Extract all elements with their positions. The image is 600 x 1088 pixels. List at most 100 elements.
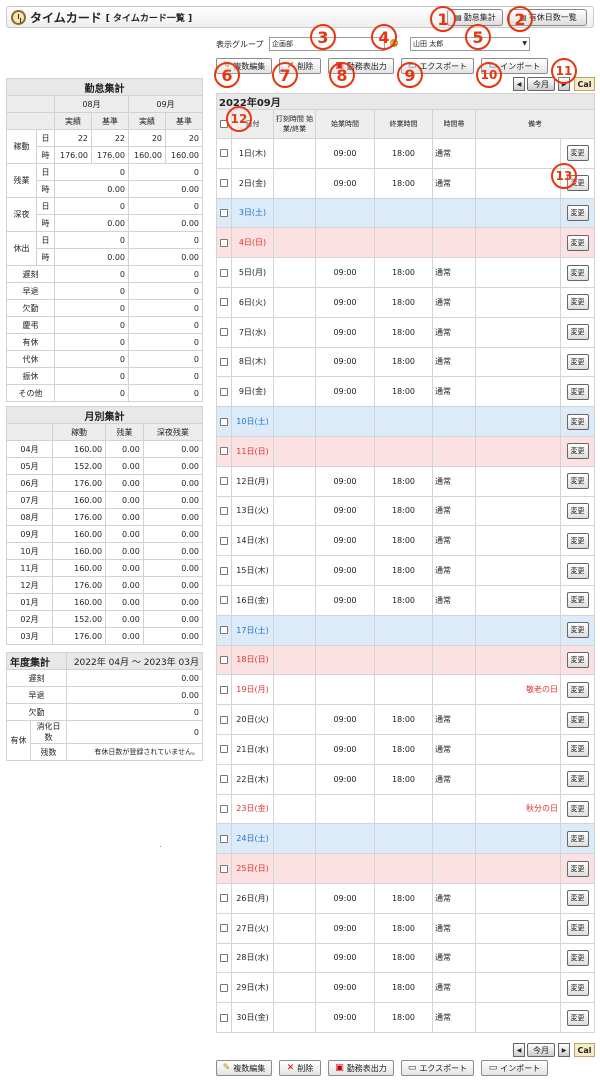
print-timesheet-button-bottom[interactable]: ▣ 勤務表出力 [328,1060,394,1076]
monthly-month: 06月 [6,474,53,492]
day-checkbox[interactable] [220,387,228,396]
day-checkbox[interactable] [220,1013,228,1022]
change-button[interactable]: 変更 [566,651,589,668]
day-checkbox[interactable] [220,566,228,575]
paid-used-label: 消化日数 [30,720,67,744]
day-checkbox[interactable] [220,238,228,247]
day-checkbox[interactable] [220,804,228,813]
day-select-cell [216,584,232,616]
day-checkbox[interactable] [220,417,228,426]
change-button[interactable]: 変更 [566,800,589,817]
import-button-bottom[interactable]: ▭ インポート [481,1060,548,1076]
day-checkbox[interactable] [220,536,228,545]
change-button[interactable]: 変更 [566,741,589,758]
change-button[interactable]: 変更 [566,383,589,400]
day-select-cell [216,257,232,288]
day-checkbox[interactable] [220,149,228,158]
change-button[interactable]: 変更 [566,890,589,907]
change-button[interactable]: 変更 [566,324,589,341]
this-month-button-bottom[interactable]: 今月 [527,1043,555,1057]
change-button[interactable]: 変更 [566,920,589,937]
change-button[interactable]: 変更 [566,443,589,460]
day-row: 18日(日) 変更 [216,644,595,676]
prev-month-button-bottom[interactable]: ◀ [513,1043,525,1057]
day-checkbox[interactable] [220,715,228,724]
day-end-time [374,406,433,437]
attendance-unit: 時 [36,248,55,266]
day-checkbox[interactable] [220,596,228,605]
change-button[interactable]: 変更 [566,860,589,877]
day-checkbox[interactable] [220,447,228,456]
monthly-row: 10月 160.00 0.00 0.00 [6,542,204,560]
change-button[interactable]: 変更 [566,681,589,698]
day-checkbox[interactable] [220,626,228,635]
day-checkbox[interactable] [220,477,228,486]
attendance-row: 時 0.00 0.00 [7,180,203,198]
day-checkbox[interactable] [220,506,228,515]
day-select-cell [216,674,232,706]
change-button[interactable]: 変更 [566,234,589,251]
day-time-slot: 通常 [432,167,476,199]
change-button[interactable]: 変更 [566,145,589,162]
change-button[interactable]: 変更 [566,711,589,728]
day-punch-time [273,823,316,855]
day-select-cell [216,138,232,169]
calendar-button-bottom[interactable]: Cal [574,1043,595,1057]
change-button[interactable]: 変更 [566,1009,589,1026]
change-button[interactable]: 変更 [566,622,589,639]
day-checkbox[interactable] [220,179,228,188]
change-button[interactable]: 変更 [566,264,589,281]
day-checkbox[interactable] [220,298,228,307]
day-checkbox[interactable] [220,775,228,784]
day-checkbox[interactable] [220,834,228,843]
change-button[interactable]: 変更 [566,979,589,996]
day-row: 6日(火) 09:00 18:00 通常 変更 [216,286,595,318]
day-checkbox[interactable] [220,894,228,903]
export-button-bottom[interactable]: ▭ エクスポート [401,1060,474,1076]
day-row: 2日(金) 09:00 18:00 通常 変更 [216,167,595,199]
attendance-value: 0.00 [54,248,129,266]
change-button[interactable]: 変更 [566,353,589,370]
change-button[interactable]: 変更 [566,592,589,609]
this-month-button[interactable]: 今月 [527,77,555,91]
timecard-table: 2022年09月 日付 打刻時間 始業/終業 始業時間 終業時間 時間帯 備考 … [216,93,595,1033]
change-button[interactable]: 変更 [566,830,589,847]
day-checkbox[interactable] [220,268,228,277]
day-checkbox[interactable] [220,953,228,962]
change-button[interactable]: 変更 [566,502,589,519]
change-button[interactable]: 変更 [566,413,589,430]
change-button[interactable]: 変更 [566,204,589,221]
change-button[interactable]: 変更 [566,562,589,579]
day-end-time: 18:00 [374,376,433,408]
day-checkbox[interactable] [220,685,228,694]
change-button[interactable]: 変更 [566,473,589,490]
change-button[interactable]: 変更 [566,771,589,788]
change-button[interactable]: 変更 [566,294,589,311]
day-note [475,942,561,974]
day-checkbox[interactable] [220,328,228,337]
change-button[interactable]: 変更 [566,532,589,549]
day-note [475,346,561,378]
multi-edit-button-bottom[interactable]: ✎ 複数編集 [216,1060,272,1076]
prev-month-button[interactable]: ◀ [513,77,525,91]
day-checkbox[interactable] [220,655,228,664]
next-month-button-bottom[interactable]: ▶ [558,1043,570,1057]
delete-button-bottom[interactable]: ✕ 削除 [279,1060,321,1076]
attendance-value: 20 [128,129,166,147]
callout-marker: 3 [310,24,336,50]
day-checkbox[interactable] [220,208,228,217]
day-checkbox[interactable] [220,983,228,992]
day-checkbox[interactable] [220,357,228,366]
monthly-value: 176.00 [51,474,107,492]
day-select-cell [216,614,232,646]
monthly-summary-table: 月別集計 稼動 残業 深夜残業 04月 160.00 0.00 0.00 05月 152.… [6,406,204,645]
day-checkbox[interactable] [220,745,228,754]
change-button[interactable]: 変更 [566,949,589,966]
day-checkbox[interactable] [220,864,228,873]
day-punch-time [273,584,316,616]
calendar-button[interactable]: Cal [574,77,595,91]
attendance-row: 時 176.00 176.00 160.00 160.00 [7,146,203,164]
day-checkbox[interactable] [220,924,228,933]
callout-marker: 9 [397,62,423,88]
monthly-header: 深夜残業 [142,423,204,441]
